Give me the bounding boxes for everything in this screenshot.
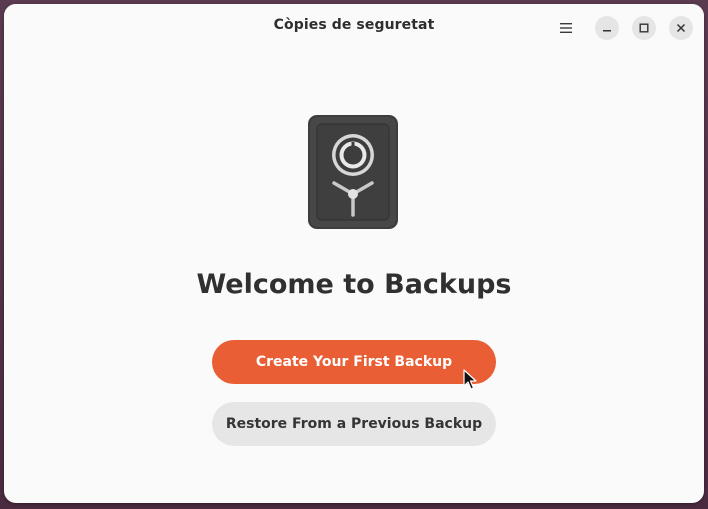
close-button[interactable]	[669, 16, 693, 40]
app-window: Còpies de seguretat Welcome to Backups C…	[4, 4, 704, 503]
welcome-heading: Welcome to Backups	[196, 269, 512, 300]
mouse-pointer-icon	[463, 369, 477, 390]
minimize-button[interactable]	[595, 16, 619, 40]
safe-vault-icon	[308, 115, 398, 229]
header-bar: Còpies de seguretat	[4, 4, 704, 50]
close-icon	[676, 23, 686, 33]
restore-previous-backup-button[interactable]: Restore From a Previous Backup	[212, 402, 496, 446]
maximize-button[interactable]	[632, 16, 656, 40]
create-first-backup-button[interactable]: Create Your First Backup	[212, 340, 496, 384]
main-menu-button[interactable]	[554, 16, 578, 40]
minimize-icon	[603, 30, 611, 32]
maximize-icon	[639, 23, 649, 33]
hamburger-menu-icon	[560, 23, 572, 33]
